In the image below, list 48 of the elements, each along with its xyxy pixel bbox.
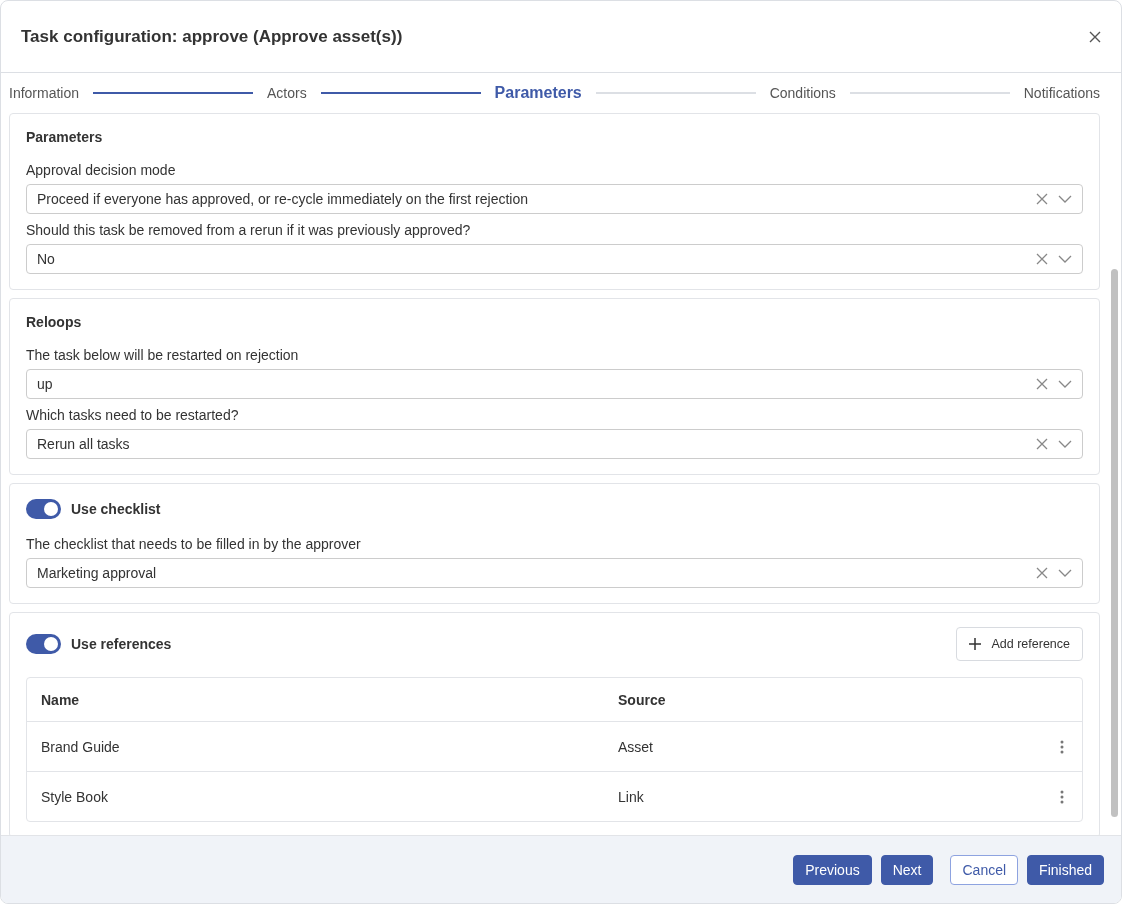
toggle-switch[interactable] [26,499,61,519]
clear-icon[interactable] [1036,567,1048,579]
clear-icon[interactable] [1036,378,1048,390]
table-cell-text: Brand Guide [41,738,121,755]
section-heading: Reloops [26,314,82,330]
chevron-down-icon[interactable] [1058,380,1072,388]
chevron-down-icon[interactable] [1058,569,1072,577]
chevron-down-icon[interactable] [1058,195,1072,203]
field-label: Approval decision mode [26,162,177,178]
step-tab[interactable]: Notifications [1023,85,1100,101]
dialog-title: Task configuration: approve (Approve asset(s)) [21,26,404,47]
dialog-button[interactable]: Cancel [950,854,1019,885]
field-label: Which tasks need to be restarted? [26,407,240,423]
add-reference-button[interactable]: Add reference [956,627,1083,661]
step-tab[interactable]: Parameters [494,84,582,102]
toggle-switch[interactable] [26,634,61,654]
more-options-icon[interactable] [1060,739,1064,754]
dialog-button[interactable]: Finished [1027,854,1104,885]
step-tab[interactable]: Information [9,85,80,101]
dropdown-field[interactable]: No [26,244,1083,274]
table-cell-text: Style Book [41,788,109,805]
step-tab[interactable]: Actors [266,85,307,101]
dropdown-field[interactable]: Marketing approval [26,558,1083,588]
more-options-icon[interactable] [1060,789,1064,804]
chevron-down-icon[interactable] [1058,255,1072,263]
field-label: The task below will be restarted on rejection [26,347,300,363]
column-header: Name [41,691,81,708]
dropdown-field[interactable]: Rerun all tasks [26,429,1083,459]
clear-icon[interactable] [1036,438,1048,450]
dialog-button[interactable]: Previous [793,854,872,885]
section-heading: Use checklist [71,501,161,517]
dropdown-field[interactable]: Proceed if everyone has approved, or re-cycle immediately on the first rejection [26,184,1083,214]
close-icon[interactable] [1089,30,1101,43]
dialog-button[interactable]: Next [880,854,934,885]
table-cell-text: Link [618,788,645,805]
clear-icon[interactable] [1036,253,1048,265]
clear-icon[interactable] [1036,193,1048,205]
section-heading: Use references [71,636,172,652]
plus-icon [969,638,982,650]
dropdown-field[interactable]: up [26,369,1083,399]
section-heading: Parameters [26,129,103,145]
chevron-down-icon[interactable] [1058,440,1072,448]
field-label: The checklist that needs to be filled in by the approver [26,536,362,552]
step-tab[interactable]: Conditions [769,85,836,101]
table-cell-text: Asset [618,738,654,755]
column-header: Source [618,691,667,708]
scrollbar-thumb[interactable] [1111,269,1118,817]
field-label: Should this task be removed from a rerun if it was previously approved? [26,222,472,238]
